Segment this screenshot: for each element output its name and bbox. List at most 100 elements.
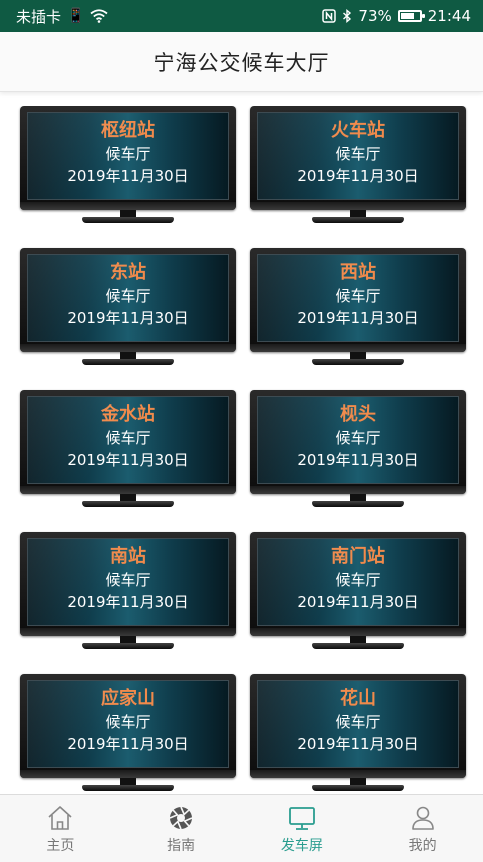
tv-stand (82, 643, 174, 649)
station-card-shuniu[interactable]: 枢纽站 候车厅 2019年11月30日 (20, 106, 236, 228)
station-card-nanzhan[interactable]: 南站 候车厅 2019年11月30日 (20, 532, 236, 654)
tv-frame: 应家山 候车厅 2019年11月30日 (20, 674, 236, 778)
tv-stand (82, 501, 174, 507)
tv-frame: 花山 候车厅 2019年11月30日 (250, 674, 466, 778)
wifi-icon (90, 9, 109, 23)
tv-bottom-bar (20, 344, 236, 352)
tv-frame: 西站 候车厅 2019年11月30日 (250, 248, 466, 352)
tv-screen: 花山 候车厅 2019年11月30日 (257, 680, 459, 768)
tv-bottom-bar (250, 202, 466, 210)
station-hall: 候车厅 (335, 145, 381, 163)
station-hall: 候车厅 (335, 571, 381, 589)
tv-bottom-bar (250, 628, 466, 636)
station-name: 枢纽站 (101, 120, 155, 141)
app-header: 宁海公交候车大厅 (0, 32, 483, 92)
tv-frame: 火车站 候车厅 2019年11月30日 (250, 106, 466, 210)
station-date: 2019年11月30日 (67, 451, 189, 469)
tab-mine[interactable]: 我的 (362, 795, 483, 862)
station-card-yingjiashan[interactable]: 应家山 候车厅 2019年11月30日 (20, 674, 236, 794)
station-hall: 候车厅 (105, 571, 151, 589)
tv-screen: 南门站 候车厅 2019年11月30日 (257, 538, 459, 626)
tv-frame: 南门站 候车厅 2019年11月30日 (250, 532, 466, 636)
battery-icon (397, 10, 425, 22)
station-hall: 候车厅 (335, 429, 381, 447)
station-name: 应家山 (101, 688, 155, 709)
tv-screen: 火车站 候车厅 2019年11月30日 (257, 112, 459, 200)
tv-stand (82, 217, 174, 223)
station-card-huochezhan[interactable]: 火车站 候车厅 2019年11月30日 (250, 106, 466, 228)
sim-icon: 📱 (67, 8, 85, 24)
tv-screen: 西站 候车厅 2019年11月30日 (257, 254, 459, 342)
station-name: 花山 (340, 688, 376, 709)
station-hall: 候车厅 (335, 287, 381, 305)
tv-stand (312, 359, 404, 365)
nfc-icon (322, 9, 337, 23)
tv-bottom-bar (250, 486, 466, 494)
tv-stand (82, 785, 174, 791)
tv-bottom-bar (250, 344, 466, 352)
tab-home[interactable]: 主页 (0, 795, 121, 862)
station-name: 金水站 (101, 404, 155, 425)
station-hall: 候车厅 (105, 713, 151, 731)
tv-screen: 东站 候车厅 2019年11月30日 (27, 254, 229, 342)
station-date: 2019年11月30日 (297, 451, 419, 469)
aperture-icon (169, 806, 193, 829)
station-card-xizhan[interactable]: 西站 候车厅 2019年11月30日 (250, 248, 466, 370)
station-name: 东站 (110, 262, 146, 283)
station-date: 2019年11月30日 (297, 593, 419, 611)
tv-stand (312, 785, 404, 791)
status-left: 未插卡 📱 (16, 6, 109, 27)
tv-frame: 枢纽站 候车厅 2019年11月30日 (20, 106, 236, 210)
home-icon (48, 805, 72, 830)
station-card-nanmen[interactable]: 南门站 候车厅 2019年11月30日 (250, 532, 466, 654)
tv-bottom-bar (20, 202, 236, 210)
tv-screen: 枢纽站 候车厅 2019年11月30日 (27, 112, 229, 200)
station-hall: 候车厅 (105, 145, 151, 163)
tv-stand (82, 359, 174, 365)
status-bar: 未插卡 📱 73% 21:44 (0, 0, 483, 32)
bluetooth-icon (343, 9, 352, 23)
tv-bottom-bar (250, 770, 466, 778)
tv-screen: 枧头 候车厅 2019年11月30日 (257, 396, 459, 484)
tv-frame: 东站 候车厅 2019年11月30日 (20, 248, 236, 352)
station-name: 枧头 (340, 404, 376, 425)
tv-stand (312, 643, 404, 649)
station-name: 南门站 (331, 546, 385, 567)
station-card-jinshui[interactable]: 金水站 候车厅 2019年11月30日 (20, 390, 236, 512)
tv-frame: 金水站 候车厅 2019年11月30日 (20, 390, 236, 494)
station-date: 2019年11月30日 (67, 167, 189, 185)
station-hall: 候车厅 (105, 287, 151, 305)
carrier-text: 未插卡 (16, 7, 62, 26)
tv-stand (312, 501, 404, 507)
tab-mine-label: 我的 (408, 837, 437, 854)
tv-bottom-bar (20, 486, 236, 494)
tv-bottom-bar (20, 628, 236, 636)
station-hall: 候车厅 (105, 429, 151, 447)
tv-screen: 金水站 候车厅 2019年11月30日 (27, 396, 229, 484)
tab-home-label: 主页 (46, 837, 75, 854)
station-date: 2019年11月30日 (67, 309, 189, 327)
station-name: 南站 (110, 546, 146, 567)
page-title: 宁海公交候车大厅 (153, 50, 330, 75)
station-hall: 候车厅 (335, 713, 381, 731)
bottom-tab-bar: 主页 指南 发车屏 我的 (0, 794, 483, 862)
person-icon (411, 806, 434, 830)
station-date: 2019年11月30日 (297, 735, 419, 753)
tab-departure-screen[interactable]: 发车屏 (242, 795, 363, 862)
station-date: 2019年11月30日 (67, 735, 189, 753)
tv-screen: 应家山 候车厅 2019年11月30日 (27, 680, 229, 768)
station-name: 火车站 (331, 120, 385, 141)
battery-percent: 73% (358, 7, 392, 25)
station-grid[interactable]: 枢纽站 候车厅 2019年11月30日 火车站 候车厅 2019年11月30日 … (0, 106, 483, 794)
clock: 21:44 (427, 7, 471, 25)
tv-screen: 南站 候车厅 2019年11月30日 (27, 538, 229, 626)
tv-frame: 枧头 候车厅 2019年11月30日 (250, 390, 466, 494)
tab-guide-label: 指南 (167, 837, 196, 854)
station-card-huashan[interactable]: 花山 候车厅 2019年11月30日 (250, 674, 466, 794)
station-card-jiantou[interactable]: 枧头 候车厅 2019年11月30日 (250, 390, 466, 512)
tab-guide[interactable]: 指南 (121, 795, 242, 862)
station-card-dongzhan[interactable]: 东站 候车厅 2019年11月30日 (20, 248, 236, 370)
station-date: 2019年11月30日 (297, 167, 419, 185)
status-right: 73% 21:44 (322, 7, 471, 25)
station-date: 2019年11月30日 (67, 593, 189, 611)
